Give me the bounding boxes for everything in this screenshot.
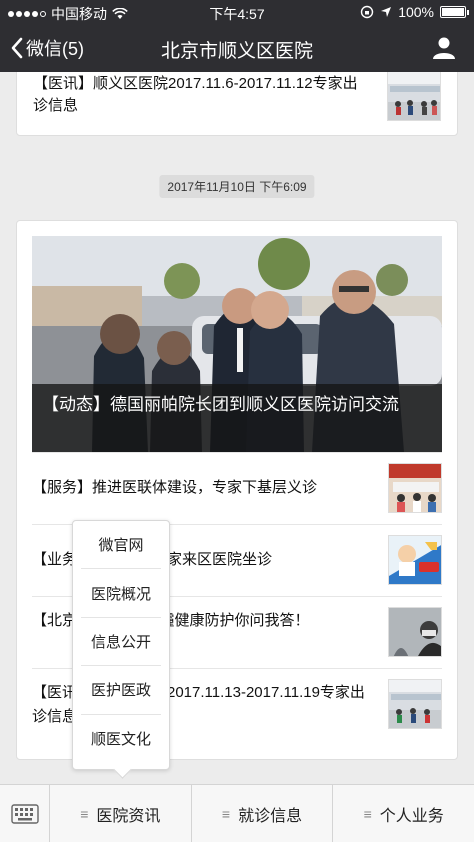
- article-thumbnail: [387, 72, 441, 121]
- article-thumbnail: [388, 607, 442, 657]
- feature-article[interactable]: 【动态】德国丽帕院长团到顺义区医院访问交流: [32, 236, 442, 452]
- menu-lines-icon: ≡: [221, 805, 231, 822]
- menu-tab-personal-services[interactable]: ≡ 个人业务: [333, 785, 474, 842]
- message-timestamp: 2017年11月10日 下午6:09: [159, 175, 315, 198]
- submenu-popup: 微官网 医院概况 信息公开 医护医政 顺医文化: [72, 520, 170, 770]
- article-thumbnail: [388, 535, 442, 585]
- keyboard-toggle-button[interactable]: [0, 785, 50, 842]
- menu-tab-hospital-news[interactable]: ≡ 医院资讯: [50, 785, 192, 842]
- battery-percent: 100%: [398, 4, 434, 20]
- person-icon[interactable]: [432, 36, 456, 60]
- article-title: 【服务】推进医联体建设，专家下基层义诊: [32, 479, 318, 496]
- menu-tab-visit-info[interactable]: ≡ 就诊信息: [192, 785, 334, 842]
- menu-item-medical-affairs[interactable]: 医护医政: [81, 666, 161, 715]
- status-bar: 中国移动 下午4:57 100%: [0, 0, 474, 24]
- menu-tab-label: 就诊信息: [238, 807, 303, 825]
- menu-item-hospital-culture[interactable]: 顺医文化: [81, 715, 161, 763]
- menu-item-info-disclosure[interactable]: 信息公开: [81, 618, 161, 667]
- menu-lines-icon: ≡: [363, 805, 372, 822]
- location-icon: [381, 7, 392, 17]
- list-item[interactable]: 【服务】推进医联体建设，专家下基层义诊: [32, 452, 442, 524]
- article-title: 【医讯】顺义区医院2017.11.6-2017.11.12专家出诊信息: [33, 75, 358, 114]
- article-thumbnail: [388, 679, 442, 729]
- menu-item-official-site[interactable]: 微官网: [81, 521, 161, 570]
- nav-bar: 微信(5) 北京市顺义区医院: [0, 24, 474, 72]
- feature-caption: 【动态】德国丽帕院长团到顺义区医院访问交流: [32, 384, 442, 452]
- article-thumbnail: [388, 463, 442, 513]
- menu-tab-label: 医院资讯: [96, 807, 161, 825]
- article-card[interactable]: 【医讯】顺义区医院2017.11.6-2017.11.12专家出诊信息: [16, 72, 458, 136]
- bottom-menu-bar: ≡ 医院资讯 ≡ 就诊信息 ≡ 个人业务: [0, 784, 474, 842]
- menu-item-hospital-overview[interactable]: 医院概况: [81, 569, 161, 618]
- rotation-lock-icon: [360, 5, 374, 19]
- menu-lines-icon: ≡: [80, 805, 89, 822]
- page-title: 北京市顺义区医院: [160, 41, 313, 62]
- battery-icon: [440, 6, 469, 18]
- menu-tab-label: 个人业务: [379, 807, 444, 825]
- keyboard-icon: [10, 803, 39, 824]
